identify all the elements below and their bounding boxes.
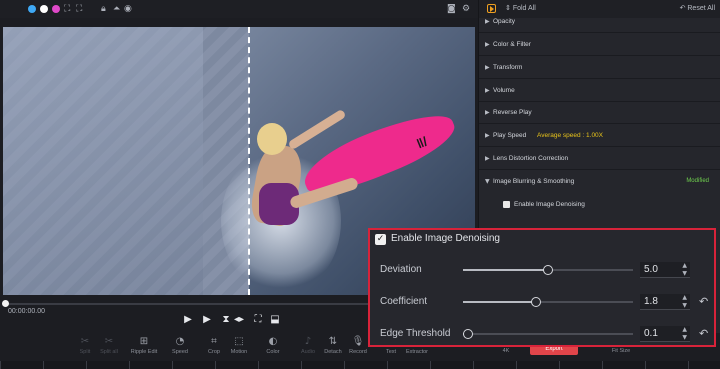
enable-denoising-label: Enable Image Denoising (391, 233, 500, 244)
chevron-right-icon: ▶ (485, 132, 490, 139)
coefficient-slider[interactable] (463, 301, 633, 303)
deviation-slider-fill (463, 269, 548, 271)
deviation-slider-thumb[interactable] (543, 265, 553, 275)
speed-button[interactable]: ◔ Speed (163, 335, 197, 355)
lock-icon[interactable]: 🔒︎ (101, 2, 106, 16)
section-lens-distortion[interactable]: ▶ Lens Distortion Correction (479, 148, 720, 170)
coefficient-spinbox[interactable]: 1.8 ▲ ▼ (640, 294, 690, 310)
color-button[interactable]: ◐ Color (256, 335, 290, 355)
playhead[interactable] (2, 300, 9, 307)
trim-icon[interactable]: ⧗ (219, 313, 233, 327)
spin-arrows-icon[interactable]: ▲ ▼ (682, 262, 687, 278)
coefficient-slider-thumb[interactable] (531, 297, 542, 307)
spin-arrows-icon[interactable]: ▲ ▼ (682, 326, 687, 342)
mask-dot-icon[interactable] (52, 5, 60, 13)
surfer-arm (287, 108, 347, 151)
fullscreen-icon[interactable]: ⛶ (251, 313, 265, 327)
section-volume[interactable]: ▶ Volume (479, 80, 720, 102)
preview-toolbar: ⛶ ⛶ 🔒︎ ⏶ ◉ ◙ ⚙ (0, 0, 478, 18)
chevron-right-icon: ▶ (485, 155, 490, 162)
deviation-row: Deviation 5.0 ▲ ▼ (370, 262, 714, 278)
section-reverse-play[interactable]: ▶ Reverse Play (479, 102, 720, 124)
denoise-label-small: Enable Image Denoising (514, 201, 585, 208)
spin-arrows-icon[interactable]: ▲ ▼ (682, 294, 687, 310)
section-opacity[interactable]: ▶ Opacity (479, 11, 720, 33)
denoise-callout: ✓ Enable Image Denoising Deviation 5.0 ▲ ▼… (368, 228, 716, 347)
snapshot-icon[interactable]: ◙ (447, 2, 456, 16)
edge-threshold-slider[interactable] (463, 333, 633, 335)
section-transform[interactable]: ▶ Transform (479, 57, 720, 79)
modified-badge: Modified (686, 178, 709, 184)
edge-threshold-slider-thumb[interactable] (463, 329, 474, 339)
chevron-right-icon: ▶ (485, 64, 490, 71)
coefficient-row: Coefficient 1.8 ▲ ▼ ↶ (370, 294, 714, 310)
fit-size-button[interactable]: Fit Size (604, 348, 638, 354)
wave-area (3, 27, 203, 295)
split-all-icon: ✂ (104, 336, 114, 347)
step-play-icon[interactable]: ▶ (200, 313, 214, 327)
color-dot-icon[interactable] (40, 5, 48, 13)
chevron-down-icon: ▼ (485, 178, 490, 185)
play-icon[interactable]: ▶ (181, 313, 195, 327)
ripple-edit-icon: ⊞ (139, 336, 149, 347)
reset-arrow-icon[interactable]: ↶ (699, 327, 708, 340)
chevron-right-icon: ▶ (485, 109, 490, 116)
section-color-filter[interactable]: ▶ Color & Filter (479, 34, 720, 56)
chevron-right-icon: ▶ (485, 18, 490, 25)
section-image-blurring[interactable]: ▼ Image Blurring & Smoothing Modified (479, 171, 720, 193)
settings-icon[interactable]: ⚙ (462, 2, 470, 16)
edge-threshold-row: Edge Threshold 0.1 ▲ ▼ ↶ (370, 326, 714, 342)
split-all-button[interactable]: ✂ Split all (92, 335, 126, 355)
denoise-checkbox-small[interactable] (503, 201, 510, 208)
reset-arrow-icon[interactable]: ↶ (699, 295, 708, 308)
coefficient-label: Coefficient (380, 296, 428, 307)
edge-threshold-label: Edge Threshold (380, 328, 451, 339)
marker-icon[interactable]: ⬓ (268, 313, 282, 327)
timecode: 00:00:00.00 (8, 308, 45, 315)
edge-threshold-spinbox[interactable]: 0.1 ▲ ▼ (640, 326, 690, 342)
chevron-right-icon: ▶ (485, 87, 490, 94)
enable-denoising-checkbox[interactable]: ✓ (375, 234, 386, 245)
prev-next-icon[interactable]: ◂▸ (232, 313, 246, 327)
average-speed-value: Average speed : 1.00X (537, 132, 604, 139)
speed-icon: ◔ (175, 336, 185, 347)
timeline-ruler[interactable] (0, 361, 720, 369)
deviation-spinbox[interactable]: 5.0 ▲ ▼ (640, 262, 690, 278)
record-dot-icon[interactable] (28, 5, 36, 13)
split-view-icon[interactable]: ⛶ (76, 2, 82, 16)
crop-view-icon[interactable]: ⛶ (64, 2, 70, 16)
coefficient-slider-fill (463, 301, 537, 303)
eye-icon[interactable]: ◉ (124, 2, 132, 16)
ripple-edit-button[interactable]: ⊞ Ripple Edit (127, 335, 161, 355)
motion-icon: ⬚ (234, 336, 244, 347)
chevron-right-icon: ▶ (485, 41, 490, 48)
section-play-speed[interactable]: ▶ Play Speed Average speed : 1.00X (479, 125, 720, 147)
mirror-icon[interactable]: ⏶ (113, 2, 120, 16)
surfer-head (257, 123, 287, 155)
motion-button[interactable]: ⬚ Motion (222, 335, 256, 355)
deviation-label: Deviation (380, 264, 422, 275)
resolution-label[interactable]: 4K (489, 348, 523, 354)
compare-split-line[interactable] (248, 27, 250, 295)
color-icon: ◐ (268, 336, 278, 347)
